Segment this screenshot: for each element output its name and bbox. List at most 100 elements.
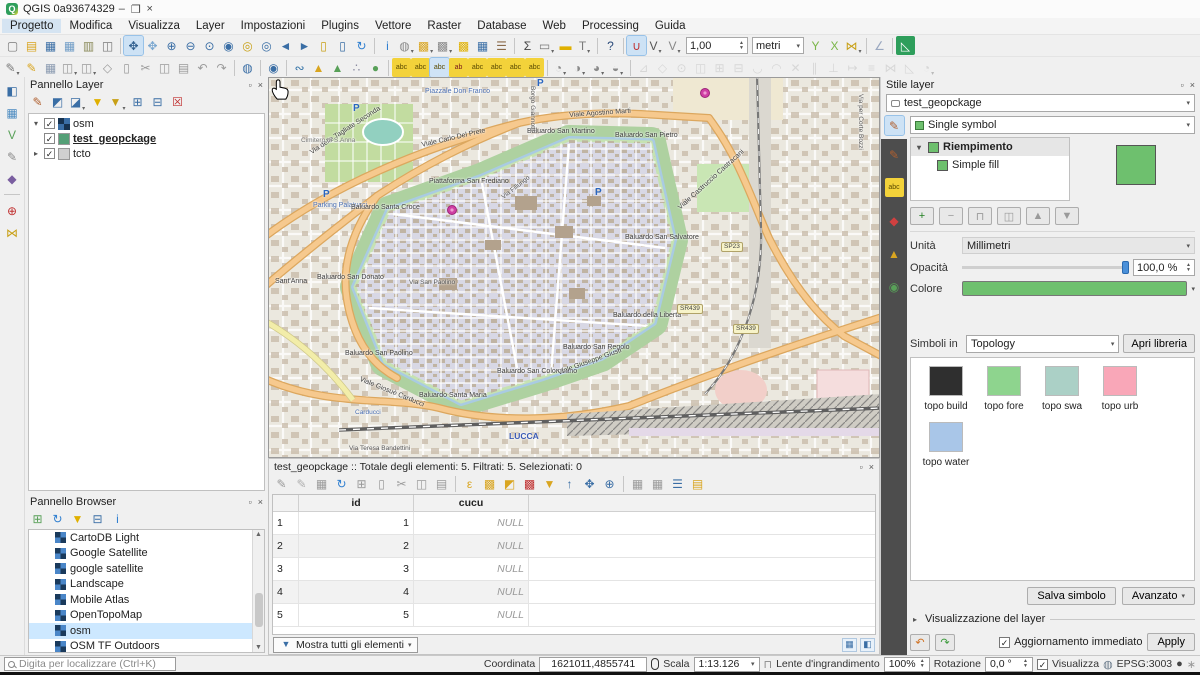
layer-tree-item[interactable]: test_geopckage [29,131,264,146]
table-row[interactable]: 4 4 NULL [273,581,875,604]
cut-features-table[interactable]: ✂ [392,475,411,494]
float-panel-icon[interactable]: ▫ [249,80,252,90]
conditional-formatting[interactable]: ▤ [688,475,707,494]
view-3d-tab[interactable]: ◆ [885,211,904,230]
open-library-button[interactable]: Apri libreria [1123,334,1195,353]
layer-checkbox[interactable] [44,133,55,144]
enable-tracing[interactable]: Y [806,36,825,55]
table-row[interactable]: 5 5 NULL [273,604,875,627]
expander-icon[interactable]: ▾ [914,143,924,152]
menu-guida[interactable]: Guida [647,19,694,33]
copy-features-edit[interactable]: ◫ [155,58,174,77]
new-project[interactable]: ▢ [3,36,22,55]
add-symbol-layer[interactable]: + [910,207,934,225]
show-all-features-button[interactable]: ▼ Mostra tutti gli elementi ▾ [273,637,418,653]
symbol-group-select[interactable]: Topology ▾ [966,335,1119,353]
close-panel-icon[interactable]: × [1190,80,1195,90]
table-view-icon[interactable]: ▦ [842,638,857,652]
browser-item[interactable]: google satellite [29,561,264,577]
zoom-native[interactable]: ⊙ [200,36,219,55]
pan-to-selection[interactable]: ✥ [143,36,162,55]
rotation-spinbox[interactable]: 0,0 °▲▼ [985,657,1033,672]
messages-icon[interactable]: ● [1176,658,1183,670]
deselect-all[interactable]: ▩ [520,475,539,494]
elevation-profile[interactable]: ∠ [870,36,889,55]
apply-button[interactable]: Apply [1147,633,1195,651]
select-by-value[interactable]: ▩ [454,36,473,55]
identify-features[interactable]: i [378,36,397,55]
curve-tool[interactable]: ◡ [748,58,767,77]
vertex-tool[interactable]: V [646,36,665,55]
menu-raster[interactable]: Raster [419,19,469,33]
cell-id[interactable]: 4 [299,581,414,603]
expander-icon[interactable]: ▸ [31,149,41,158]
slider-handle[interactable] [1122,261,1129,274]
advanced-button[interactable]: Avanzato▾ [1122,587,1195,605]
browser-scrollbar[interactable]: ▲▼ [252,530,264,652]
snapping-units-select[interactable]: metri ▾ [752,37,804,54]
menu-visualizza[interactable]: Visualizza [120,19,188,33]
layer-checkbox[interactable] [44,148,55,159]
change-label[interactable]: abc [525,58,544,77]
symbol-swatch-item[interactable]: topo water [917,422,975,468]
multiedit-mode[interactable]: ✎ [292,475,311,494]
split-features[interactable]: ✕ [786,58,805,77]
pan-to-selection-table[interactable]: ✥ [580,475,599,494]
labels-tab[interactable]: abc [885,178,904,197]
open-field-calculator[interactable]: ☰ [668,475,687,494]
labeling-rules[interactable]: abc [411,58,430,77]
lock-scale-icon[interactable]: ⊓ [764,658,773,671]
float-panel-icon[interactable]: ▫ [1181,80,1184,90]
toggle-editing-table[interactable]: ✎ [272,475,291,494]
new-shapefile-layer[interactable]: ✎ [3,147,22,166]
offset-curve[interactable]: ◺ [900,58,919,77]
opacity-slider[interactable] [962,261,1129,274]
new-field[interactable]: ▦ [628,475,647,494]
symbol-swatch-item[interactable]: topo fore [975,366,1033,412]
select-all[interactable]: ▩ [480,475,499,494]
show-bookmarks[interactable]: ▯ [333,36,352,55]
symbol-swatch-item[interactable]: topo urb [1091,366,1149,412]
reshape-features[interactable]: ⋈ [881,58,900,77]
save-project[interactable]: ▦ [41,36,60,55]
cell-id[interactable]: 1 [299,512,414,534]
tasks-icon[interactable]: ∗ [1187,658,1196,671]
expander-icon[interactable]: ▾ [31,119,41,128]
symbol-swatch-item[interactable]: topo swa [1033,366,1091,412]
help-contents[interactable]: ? [601,36,620,55]
metasearch[interactable]: ◉ [264,58,283,77]
run-feature-action[interactable]: ◍ [397,36,416,55]
browser-item[interactable]: OpenTopoMap [29,608,264,624]
column-header-cucu[interactable]: cucu [414,495,529,511]
arc-tool[interactable]: ◠ [767,58,786,77]
table-row[interactable]: 2 2 NULL [273,535,875,558]
filter-browser[interactable]: ▼ [68,510,87,529]
add-feature-table[interactable]: ⊞ [352,475,371,494]
renderer-select[interactable]: Single symbol ▾ [910,116,1195,134]
zoom-to-layer[interactable]: ◎ [257,36,276,55]
menu-web[interactable]: Web [535,19,574,33]
saga-processing[interactable]: ▲ [328,58,347,77]
redo-style-button[interactable]: ↷ [935,634,955,651]
minimize-button[interactable]: – [115,3,129,15]
row-number[interactable]: 4 [273,581,299,603]
symbology-tab[interactable]: ✎ [885,145,904,164]
rotate-feature[interactable]: ≡ [862,58,881,77]
cell-id[interactable]: 5 [299,604,414,626]
diagrams-tab[interactable]: ▲ [885,244,904,263]
color-button[interactable] [962,281,1187,296]
redo[interactable]: ↷ [212,58,231,77]
decoration-options[interactable]: ◒ [608,58,627,77]
ellipse-tool[interactable]: ⊟ [729,58,748,77]
zoom-out[interactable]: ⊖ [181,36,200,55]
filter-legend[interactable]: ▼ [88,93,107,112]
magnifier-spinbox[interactable]: 100%▲▼ [884,657,930,672]
spinner-arrows-icon[interactable]: ▲▼ [739,41,744,51]
pin-unpin-labels[interactable]: ab [449,58,468,77]
cell-cucu[interactable]: NULL [414,581,529,603]
duplicate-symbol-layer[interactable]: ◫ [997,207,1021,225]
mouse-position-icon[interactable] [651,658,659,670]
field-calculator[interactable]: ☰ [492,36,511,55]
layer-checkbox[interactable] [44,118,55,129]
filter-select[interactable]: ▼ [540,475,559,494]
